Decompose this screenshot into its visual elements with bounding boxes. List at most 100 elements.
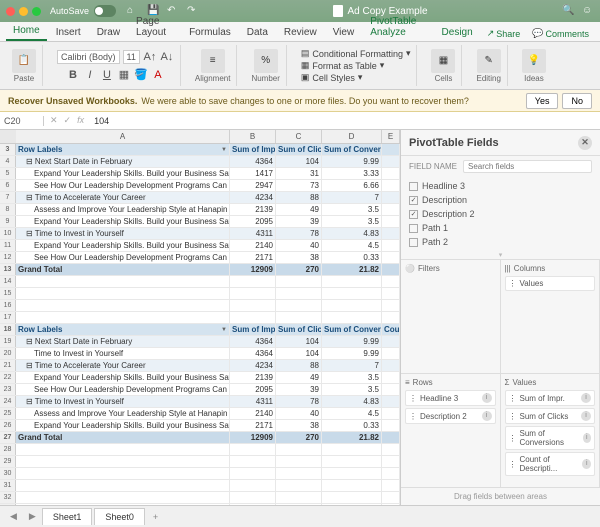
table-header-row[interactable]: 18Row LabelsSum of Impr.Sum of ClicksSum… bbox=[0, 324, 400, 336]
maximize-window-button[interactable] bbox=[32, 7, 41, 16]
rows-area[interactable]: ≡Rows ⋮Headline 3i ⋮Description 2i bbox=[401, 374, 501, 488]
field-checkbox-row[interactable]: Path 2 bbox=[401, 235, 600, 249]
tab-view[interactable]: View bbox=[326, 24, 362, 41]
table-row[interactable]: 29 bbox=[0, 456, 400, 468]
fill-color-icon[interactable]: 🪣 bbox=[134, 68, 148, 82]
cells-button[interactable]: ▦ bbox=[431, 49, 455, 73]
field-checkbox-row[interactable]: Headline 3 bbox=[401, 179, 600, 193]
table-row[interactable]: 22Expand Your Leadership Skills. Build y… bbox=[0, 372, 400, 384]
fx-icon[interactable]: fx bbox=[77, 115, 84, 126]
field-checkbox-row[interactable]: ✓Description 2 bbox=[401, 207, 600, 221]
tab-page-layout[interactable]: Page Layout bbox=[129, 13, 180, 41]
checkbox-icon[interactable] bbox=[409, 238, 418, 247]
col-header-d[interactable]: D bbox=[322, 130, 382, 143]
autosave-toggle[interactable] bbox=[94, 5, 116, 17]
tab-home[interactable]: Home bbox=[6, 22, 47, 41]
font-color-icon[interactable]: A bbox=[151, 68, 165, 82]
cancel-fx-icon[interactable]: ✕ bbox=[50, 115, 58, 126]
undo-icon[interactable]: ↶ bbox=[167, 5, 179, 17]
recover-yes-button[interactable]: Yes bbox=[526, 93, 559, 109]
alignment-button[interactable]: ≡ bbox=[201, 49, 225, 73]
font-name-select[interactable]: Calibri (Body) bbox=[57, 50, 120, 64]
bold-icon[interactable]: B bbox=[66, 68, 80, 82]
select-all-corner[interactable] bbox=[0, 130, 16, 143]
columns-area[interactable]: |||Columns ⋮Values bbox=[501, 260, 600, 374]
col-header-a[interactable]: A bbox=[16, 130, 230, 143]
confirm-fx-icon[interactable]: ✓ bbox=[64, 115, 72, 126]
comments-button[interactable]: 💬 Comments bbox=[527, 26, 594, 41]
table-row[interactable]: 26Expand Your Leadership Skills. Build y… bbox=[0, 420, 400, 432]
cell-reference-input[interactable]: C20 bbox=[0, 116, 44, 126]
tab-data[interactable]: Data bbox=[240, 24, 275, 41]
table-row[interactable]: 17 bbox=[0, 312, 400, 324]
border-icon[interactable]: ▦ bbox=[117, 68, 131, 82]
filters-area[interactable]: ⚪Filters bbox=[401, 260, 501, 374]
minimize-window-button[interactable] bbox=[19, 7, 28, 16]
table-row[interactable]: 14 bbox=[0, 276, 400, 288]
format-as-table-button[interactable]: ▦ Format as Table ▾ bbox=[301, 60, 384, 71]
table-row[interactable]: 19⊟ Next Start Date in February43641049.… bbox=[0, 336, 400, 348]
table-row[interactable]: 13Grand Total1290927021.82 bbox=[0, 264, 400, 276]
add-sheet-button[interactable]: + bbox=[147, 509, 164, 525]
font-size-select[interactable]: 11 bbox=[123, 50, 140, 64]
formula-input[interactable]: 104 bbox=[90, 116, 600, 126]
col-header-e[interactable]: E bbox=[382, 130, 400, 143]
decrease-font-icon[interactable]: A↓ bbox=[160, 50, 174, 64]
col-header-c[interactable]: C bbox=[276, 130, 322, 143]
table-row[interactable]: 9Expand Your Leadership Skills. Build yo… bbox=[0, 216, 400, 228]
share-button[interactable]: ↗ Share bbox=[482, 26, 526, 41]
field-checkbox-row[interactable]: ✓Description bbox=[401, 193, 600, 207]
increase-font-icon[interactable]: A↑ bbox=[143, 50, 157, 64]
table-row[interactable]: 28 bbox=[0, 444, 400, 456]
table-row[interactable]: 30 bbox=[0, 468, 400, 480]
ideas-button[interactable]: 💡 bbox=[522, 49, 546, 73]
cell-styles-button[interactable]: ▣ Cell Styles ▾ bbox=[301, 72, 363, 83]
table-row[interactable]: 23See How Our Leadership Development Pro… bbox=[0, 384, 400, 396]
table-row[interactable]: 21⊟ Time to Accelerate Your Career423488… bbox=[0, 360, 400, 372]
table-row[interactable]: 4⊟ Next Start Date in February43641049.9… bbox=[0, 156, 400, 168]
panel-close-button[interactable]: ✕ bbox=[578, 136, 592, 150]
tab-insert[interactable]: Insert bbox=[49, 24, 88, 41]
table-row[interactable]: 12See How Our Leadership Development Pro… bbox=[0, 252, 400, 264]
editing-button[interactable]: ✎ bbox=[477, 49, 501, 73]
spreadsheet-grid[interactable]: A B C D E 3Row LabelsSum of Impr.Sum of … bbox=[0, 130, 400, 505]
tab-design[interactable]: Design bbox=[435, 24, 480, 41]
search-icon[interactable]: 🔍 bbox=[562, 5, 574, 17]
tab-draw[interactable]: Draw bbox=[90, 24, 127, 41]
checkbox-icon[interactable]: ✓ bbox=[409, 210, 418, 219]
underline-icon[interactable]: U bbox=[100, 68, 114, 82]
table-row[interactable]: 20Time to Invest in Yourself43641049.99 bbox=[0, 348, 400, 360]
table-row[interactable]: 8Assess and Improve Your Leadership Styl… bbox=[0, 204, 400, 216]
table-header-row[interactable]: 3Row LabelsSum of Impr.Sum of ClicksSum … bbox=[0, 144, 400, 156]
save-icon[interactable]: 💾 bbox=[147, 5, 159, 17]
paste-button[interactable]: 📋 bbox=[12, 49, 36, 73]
redo-icon[interactable]: ↷ bbox=[187, 5, 199, 17]
tab-pivot-analyze[interactable]: PivotTable Analyze bbox=[363, 13, 432, 41]
sheet-tab-0[interactable]: Sheet0 bbox=[94, 508, 145, 525]
checkbox-icon[interactable]: ✓ bbox=[409, 196, 418, 205]
field-checkbox-row[interactable]: Path 1 bbox=[401, 221, 600, 235]
tab-review[interactable]: Review bbox=[277, 24, 324, 41]
field-search-input[interactable] bbox=[463, 160, 592, 173]
conditional-formatting-button[interactable]: ▤ Conditional Formatting ▾ bbox=[301, 48, 411, 59]
sheet-nav-next[interactable]: ▶ bbox=[23, 508, 42, 525]
table-row[interactable]: 10⊟ Time to Invest in Yourself4311784.83 bbox=[0, 228, 400, 240]
table-row[interactable]: 32 bbox=[0, 492, 400, 504]
checkbox-icon[interactable] bbox=[409, 182, 418, 191]
table-row[interactable]: 7⊟ Time to Accelerate Your Career4234887 bbox=[0, 192, 400, 204]
table-row[interactable]: 31 bbox=[0, 480, 400, 492]
sheet-tab-1[interactable]: Sheet1 bbox=[42, 508, 93, 525]
table-row[interactable]: 16 bbox=[0, 300, 400, 312]
table-row[interactable]: 27Grand Total1290927021.82 bbox=[0, 432, 400, 444]
sheet-nav-prev[interactable]: ◀ bbox=[4, 508, 23, 525]
tab-formulas[interactable]: Formulas bbox=[182, 24, 238, 41]
table-row[interactable]: 6See How Our Leadership Development Prog… bbox=[0, 180, 400, 192]
table-row[interactable]: 5Expand Your Leadership Skills. Build yo… bbox=[0, 168, 400, 180]
table-row[interactable]: 33 bbox=[0, 504, 400, 505]
user-icon[interactable]: ☺ bbox=[582, 5, 594, 17]
number-format-button[interactable]: % bbox=[254, 49, 278, 73]
recover-no-button[interactable]: No bbox=[562, 93, 592, 109]
table-row[interactable]: 11Expand Your Leadership Skills. Build y… bbox=[0, 240, 400, 252]
table-row[interactable]: 25Assess and Improve Your Leadership Sty… bbox=[0, 408, 400, 420]
home-icon[interactable]: ⌂ bbox=[127, 5, 139, 17]
